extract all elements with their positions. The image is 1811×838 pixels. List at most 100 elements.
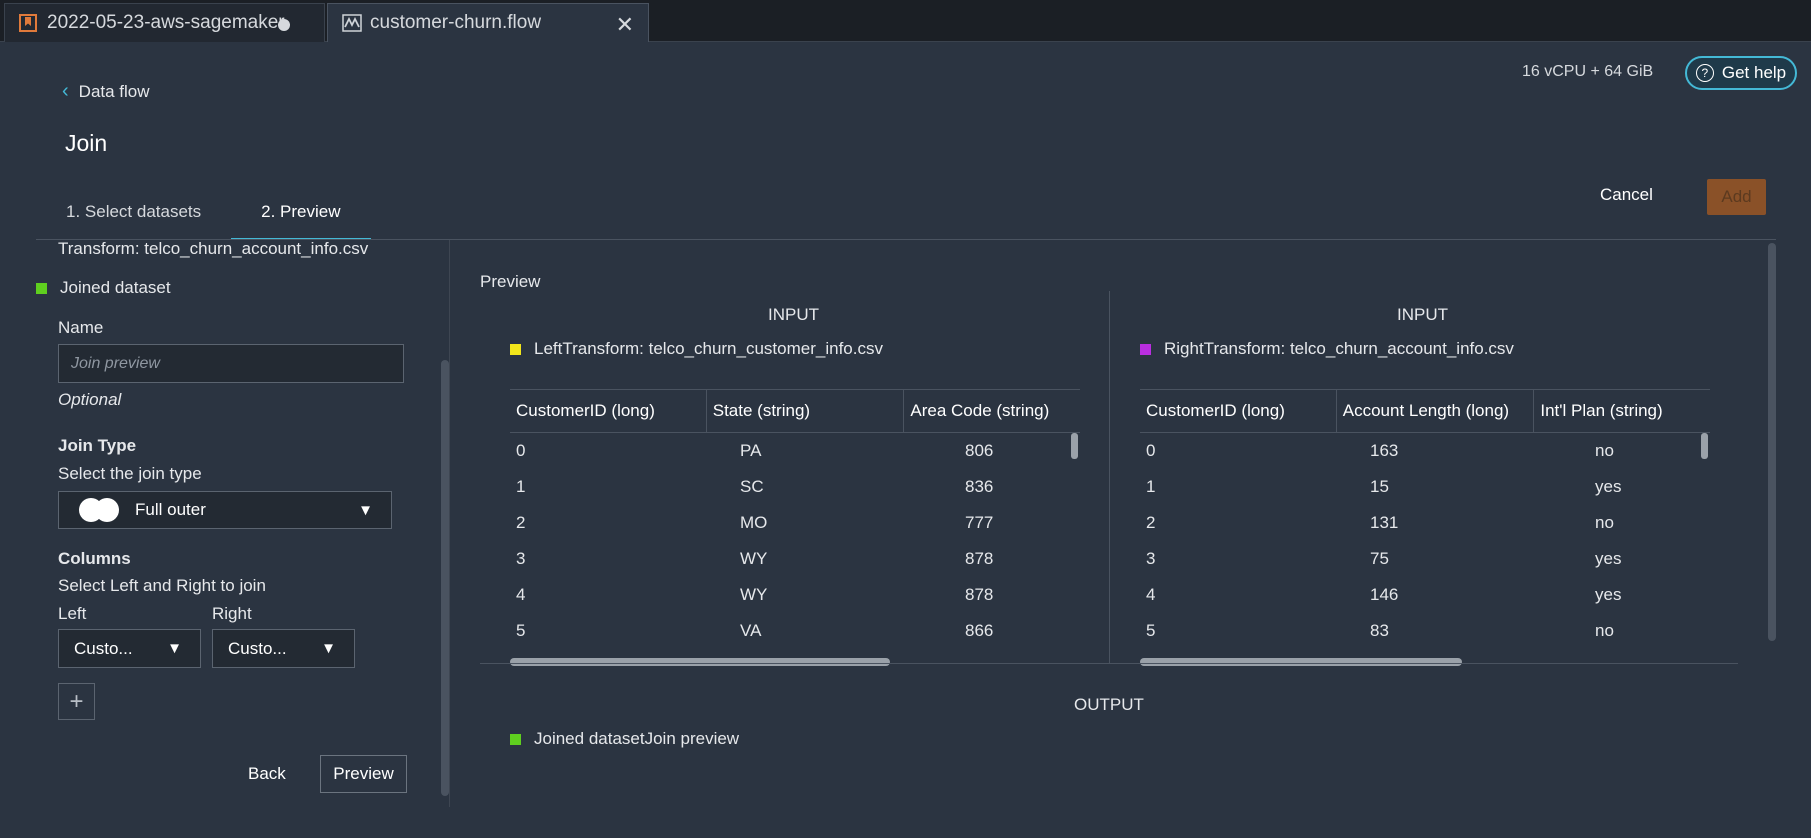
- table-cell: 4: [516, 585, 526, 604]
- table-row: 0 PA 806: [510, 433, 1080, 469]
- right-preview-table: CustomerID (long) Account Length (long) …: [1140, 389, 1710, 649]
- full-outer-join-icon: [79, 498, 121, 522]
- table-row: 4 WY 878: [510, 577, 1080, 613]
- column-header[interactable]: CustomerID (long): [510, 390, 707, 432]
- left-table-vertical-scrollbar[interactable]: [1071, 433, 1078, 459]
- back-button[interactable]: Back: [248, 764, 286, 784]
- left-panel-scrollbar[interactable]: [441, 360, 449, 796]
- left-column-select[interactable]: Custo... ▼: [58, 629, 201, 668]
- join-type-value: Full outer: [135, 500, 206, 519]
- column-header[interactable]: Area Code (string): [904, 390, 1080, 432]
- add-button[interactable]: Add: [1707, 179, 1766, 215]
- right-column-label: Right: [212, 604, 252, 623]
- panel-divider: [449, 240, 450, 807]
- yellow-square-icon: [510, 343, 521, 355]
- table-cell: 83: [1370, 621, 1389, 640]
- tab-flow[interactable]: customer-churn.flow ✕: [327, 3, 649, 42]
- table-row: 3 WY 878: [510, 541, 1080, 577]
- preview-title: Preview: [480, 272, 541, 291]
- output-dataset-text: Joined datasetJoin preview: [534, 729, 740, 748]
- bookmark-icon: [19, 14, 37, 32]
- columns-subtitle: Select Left and Right to join: [58, 576, 266, 595]
- name-label: Name: [58, 318, 104, 337]
- table-row: 4 146 yes: [1140, 577, 1710, 613]
- table-cell: WY: [740, 549, 768, 568]
- purple-square-icon: [1140, 343, 1151, 355]
- tab-preview[interactable]: 2. Preview: [231, 196, 371, 240]
- right-table-horizontal-scrollbar[interactable]: [1140, 658, 1462, 666]
- joined-dataset-text: Joined dataset: [60, 278, 171, 297]
- output-dataset-label: Joined datasetJoin preview: [510, 729, 739, 749]
- table-header-row: CustomerID (long) State (string) Area Co…: [510, 389, 1080, 433]
- left-table-horizontal-scrollbar[interactable]: [510, 658, 890, 666]
- input-separator: [1109, 291, 1110, 664]
- table-row: 2 131 no: [1140, 505, 1710, 541]
- table-cell: 75: [1370, 549, 1389, 568]
- table-cell: WY: [740, 585, 768, 604]
- table-cell: 3: [516, 549, 526, 568]
- table-cell: 15: [1370, 477, 1389, 496]
- column-header[interactable]: Account Length (long): [1337, 390, 1535, 432]
- tab-label: 2022-05-23-aws-sagemaker-wrangler: [47, 12, 287, 33]
- table-cell: no: [1595, 513, 1614, 532]
- table-cell: VA: [740, 621, 762, 640]
- cancel-button[interactable]: Cancel: [1600, 185, 1653, 205]
- page-title: Join: [65, 130, 108, 156]
- table-row: 3 75 yes: [1140, 541, 1710, 577]
- tab-notebook[interactable]: 2022-05-23-aws-sagemaker-wrangler: [4, 3, 325, 42]
- right-column-value: Custo...: [228, 638, 287, 658]
- table-row: 1 15 yes: [1140, 469, 1710, 505]
- table-cell: 3: [1146, 549, 1156, 568]
- right-table-vertical-scrollbar[interactable]: [1701, 433, 1708, 459]
- column-header[interactable]: Int'l Plan (string): [1534, 390, 1710, 432]
- tab-select-datasets[interactable]: 1. Select datasets: [36, 196, 231, 240]
- column-header[interactable]: State (string): [707, 390, 905, 432]
- output-label: OUTPUT: [1074, 695, 1144, 714]
- left-dataset-label: LeftTransform: telco_churn_customer_info…: [510, 339, 883, 359]
- table-cell: 0: [1146, 441, 1156, 460]
- right-column-select[interactable]: Custo... ▼: [212, 629, 355, 668]
- name-input[interactable]: Join preview: [58, 344, 404, 383]
- green-square-icon: [510, 733, 521, 745]
- back-to-data-flow-link[interactable]: ‹ Data flow: [62, 80, 150, 103]
- table-cell: no: [1595, 621, 1614, 640]
- green-square-icon: [36, 282, 47, 294]
- table-cell: 878: [965, 549, 994, 568]
- tab-bar: 2022-05-23-aws-sagemaker-wrangler custom…: [0, 0, 1811, 42]
- table-cell: yes: [1595, 585, 1622, 604]
- left-dataset-text: LeftTransform: telco_churn_customer_info…: [534, 339, 883, 358]
- table-cell: 131: [1370, 513, 1399, 532]
- add-column-pair-button[interactable]: +: [58, 683, 95, 720]
- preview-scrollbar[interactable]: [1768, 243, 1776, 641]
- table-cell: 1: [516, 477, 526, 496]
- table-cell: 777: [965, 513, 994, 532]
- back-link-label: Data flow: [78, 81, 150, 101]
- left-column-value: Custo...: [74, 638, 133, 658]
- table-header-row: CustomerID (long) Account Length (long) …: [1140, 389, 1710, 433]
- wizard-steps: 1. Select datasets 2. Preview: [36, 196, 371, 240]
- chevron-left-icon: ‹: [62, 80, 69, 102]
- close-icon[interactable]: ✕: [616, 12, 634, 38]
- join-type-heading: Join Type: [58, 436, 137, 455]
- table-cell: 5: [516, 621, 526, 640]
- right-dataset-label: RightTransform: telco_churn_account_info…: [1140, 339, 1514, 359]
- get-help-button[interactable]: ? Get help: [1685, 56, 1797, 90]
- flow-icon: [342, 14, 362, 32]
- compute-instance-label[interactable]: 16 vCPU + 64 GiB: [1522, 63, 1653, 81]
- table-cell: 836: [965, 477, 994, 496]
- get-help-label: Get help: [1721, 63, 1787, 82]
- join-type-select[interactable]: Full outer ▼: [58, 491, 392, 529]
- joined-dataset-label: Joined dataset: [36, 278, 171, 298]
- chevron-down-icon: ▼: [358, 501, 373, 519]
- table-cell: yes: [1595, 477, 1622, 496]
- transform-label: Transform: telco_churn_account_info.csv: [58, 239, 369, 258]
- table-cell: SC: [740, 477, 764, 496]
- left-column-label: Left: [58, 604, 87, 623]
- table-row: 1 SC 836: [510, 469, 1080, 505]
- table-row: 2 MO 777: [510, 505, 1080, 541]
- column-header[interactable]: CustomerID (long): [1140, 390, 1337, 432]
- table-cell: 5: [1146, 621, 1156, 640]
- optional-hint: Optional: [58, 390, 122, 409]
- left-preview-table: CustomerID (long) State (string) Area Co…: [510, 389, 1080, 649]
- preview-button[interactable]: Preview: [320, 755, 407, 793]
